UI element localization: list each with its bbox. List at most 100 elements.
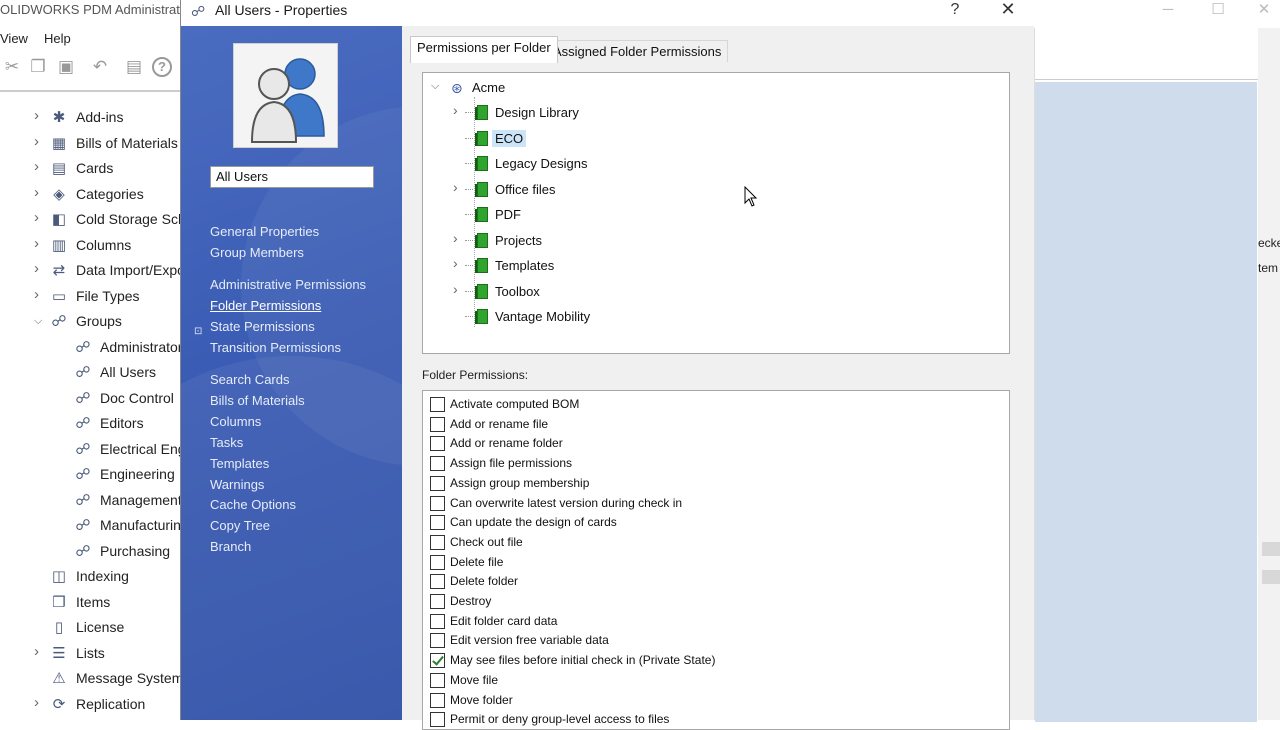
undo-icon[interactable]: ↶ (90, 57, 110, 77)
folder-label: Legacy Designs (495, 156, 588, 171)
print-icon[interactable]: ▤ (124, 57, 144, 77)
permission-checkbox[interactable] (430, 633, 445, 649)
close-button[interactable]: ✕ (993, 0, 1023, 24)
cold-storage-icon: ◧ (51, 211, 67, 228)
folder-icon (475, 155, 489, 172)
chevron-right-icon[interactable]: › (453, 255, 465, 271)
items-icon: ❒ (52, 593, 66, 611)
permission-checkbox[interactable] (430, 613, 445, 629)
tree-item-label: Groups (76, 313, 122, 329)
group-icon: ☍ (191, 3, 206, 19)
chevron-down-icon[interactable]: ⌵ (34, 315, 44, 328)
tree-connector (465, 265, 473, 266)
nav-link[interactable]: Cache Options (210, 497, 296, 512)
close-icon[interactable]: ✕ (1242, 0, 1280, 22)
permission-checkbox[interactable] (430, 672, 445, 688)
nav-link[interactable]: Templates (210, 456, 269, 471)
tree-item-label: Message System (76, 670, 184, 686)
permission-checkbox[interactable] (430, 456, 445, 472)
nav-link[interactable]: Warnings (210, 477, 264, 492)
tree-item-label: Doc Control (100, 389, 174, 406)
tree-item-label: Electrical Eng (100, 440, 186, 457)
maximize-icon[interactable]: ☐ (1196, 0, 1240, 22)
replication-icon: ⟳ (52, 695, 66, 713)
group-icon: ☍ (75, 415, 91, 432)
folder-label: Projects (495, 232, 542, 248)
tree-item-label: Purchasing (100, 542, 171, 559)
group-name-field[interactable]: All Users (210, 166, 374, 188)
menu-view[interactable]: View (0, 31, 28, 46)
main-right-strip: ecke tem (1258, 28, 1280, 720)
chevron-down-icon[interactable]: ⌵ (431, 80, 443, 93)
chevron-right-icon[interactable]: › (34, 260, 44, 277)
chevron-right-icon[interactable]: › (453, 230, 465, 246)
table-icon: ▦ (51, 134, 67, 152)
nav-link[interactable]: State Permissions (210, 319, 315, 334)
nav-link[interactable]: Search Cards (210, 372, 289, 387)
paste-icon[interactable]: ▣ (56, 57, 76, 77)
strip-bar (1262, 542, 1280, 556)
help-icon[interactable]: ? (152, 57, 172, 77)
permission-checkbox[interactable] (430, 436, 445, 452)
chevron-right-icon[interactable]: › (453, 179, 465, 195)
chevron-right-icon[interactable]: › (34, 184, 44, 201)
permission-checkbox[interactable] (430, 692, 445, 708)
data-import-icon: ⇄ (52, 262, 66, 279)
chevron-right-icon[interactable]: › (34, 643, 44, 660)
nav-link[interactable]: Folder Permissions (210, 298, 321, 313)
chevron-right-icon[interactable]: › (34, 235, 44, 252)
permissions-list: Activate computed BOM Add or rename file A… (422, 390, 1010, 730)
nav-link[interactable]: Branch (210, 539, 251, 554)
main-right-header (1035, 28, 1259, 80)
permission-checkbox[interactable] (430, 594, 445, 609)
chevron-right-icon[interactable]: › (34, 694, 44, 711)
nav-link[interactable]: Columns (210, 414, 261, 429)
dialog-sidebar: All Users ⊡ General Properties Group Memb… (181, 26, 402, 720)
chevron-right-icon[interactable]: › (34, 209, 44, 226)
group-icon: ☍ (75, 466, 91, 483)
mouse-cursor-icon (744, 186, 758, 207)
folder-tree[interactable]: ⌵ ⊛ Acme › Design Library ECO Legacy Design… (422, 72, 1010, 354)
permission-checkbox[interactable] (430, 534, 445, 550)
tree-item-label: Bills of Materials (76, 134, 178, 151)
folder-icon (475, 181, 489, 198)
tree-item-label: Manufacturin (100, 517, 181, 533)
tab-assigned-folder-permissions[interactable]: Assigned Folder Permissions (546, 40, 729, 62)
nav-link[interactable]: Administrative Permissions (210, 277, 366, 292)
chevron-right-icon[interactable]: › (34, 158, 44, 175)
menu-help[interactable]: Help (44, 31, 71, 46)
permission-checkbox[interactable] (430, 495, 445, 511)
permission-checkbox[interactable] (430, 475, 445, 491)
nav-link[interactable]: Transition Permissions (210, 340, 341, 355)
permission-checkbox[interactable] (430, 515, 445, 531)
nav-link[interactable]: General Properties (210, 224, 319, 239)
chevron-right-icon[interactable]: › (453, 102, 465, 118)
permission-checkbox[interactable] (430, 653, 445, 669)
folder-label: Vantage Mobility (495, 309, 591, 324)
nav-link[interactable]: Bills of Materials (210, 393, 305, 408)
chevron-right-icon[interactable]: › (34, 107, 44, 124)
tree-item-label: Lists (76, 644, 105, 661)
nav-link[interactable]: Tasks (210, 435, 243, 450)
permission-label: Permit or deny group-level access to fil… (450, 712, 670, 727)
tree-item-label: Items (76, 593, 111, 610)
chevron-right-icon[interactable]: › (34, 133, 44, 150)
cut-icon[interactable]: ✂ (2, 57, 22, 77)
chevron-right-icon[interactable]: › (34, 286, 44, 303)
tree-item-label: Editors (100, 415, 144, 431)
chevron-right-icon[interactable]: › (453, 281, 465, 297)
permission-checkbox[interactable] (430, 574, 445, 590)
nav-link[interactable]: Copy Tree (210, 518, 270, 533)
tree-item-label: Cards (76, 160, 114, 176)
permission-label: Add or rename folder (450, 436, 563, 451)
permission-checkbox[interactable] (430, 397, 445, 412)
card-icon: ▤ (51, 160, 67, 177)
nav-link[interactable]: Group Members (210, 245, 304, 260)
permission-label: Move file (450, 672, 499, 687)
tab-permissions-per-folder[interactable]: Permissions per Folder (410, 36, 558, 63)
minimize-icon[interactable]: ─ (1146, 0, 1190, 22)
copy-icon[interactable]: ❐ (28, 57, 48, 77)
permission-checkbox[interactable] (430, 554, 445, 570)
permission-checkbox[interactable] (430, 416, 445, 432)
help-button[interactable]: ? (943, 0, 967, 24)
